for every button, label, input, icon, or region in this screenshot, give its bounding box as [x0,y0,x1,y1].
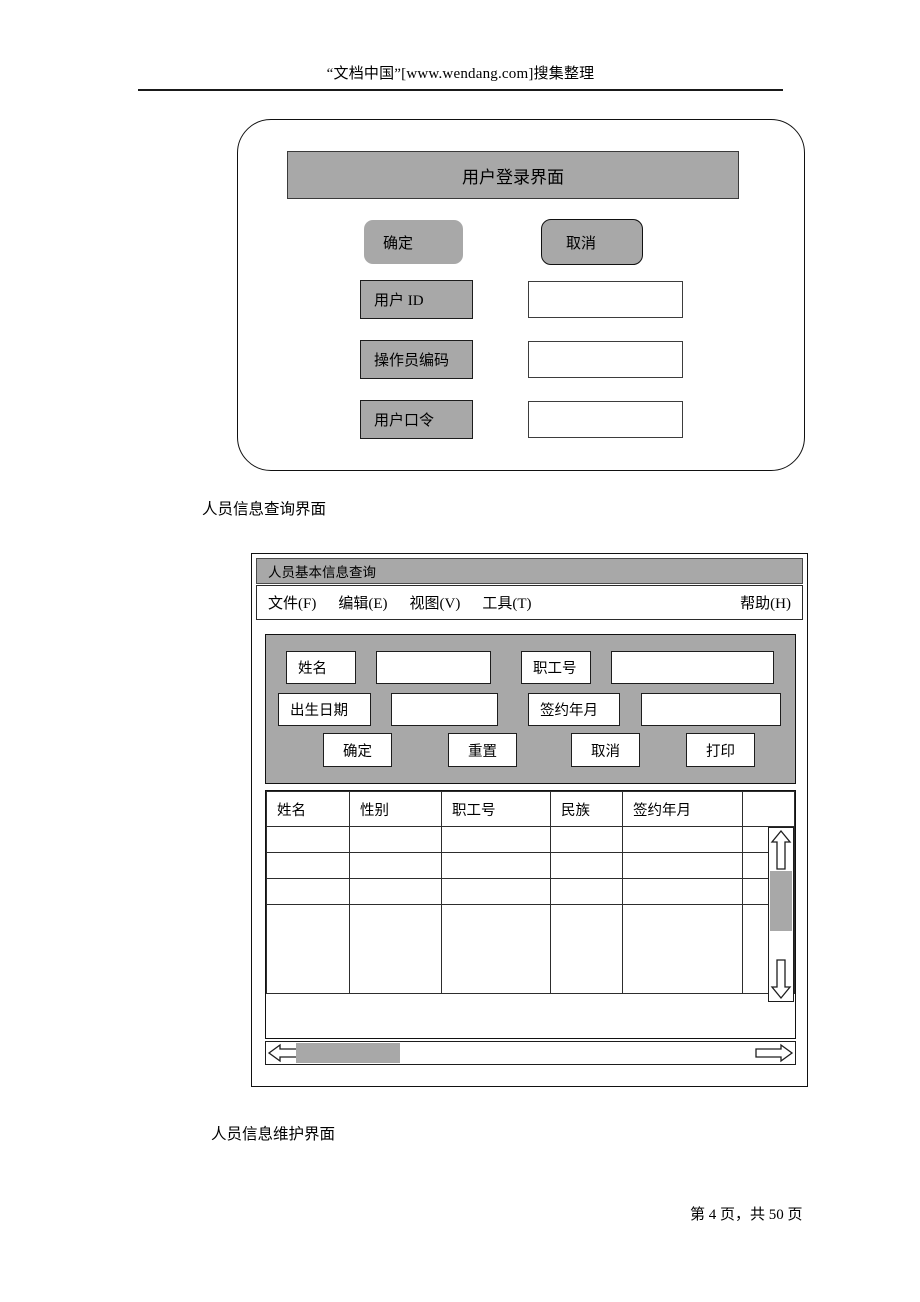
vertical-scrollbar[interactable] [768,827,794,1002]
button-label: 取消 [591,743,620,760]
horizontal-scroll-thumb[interactable] [296,1043,400,1063]
menu-item-edit[interactable]: 编辑(E) [338,592,387,613]
table-header-cell: 签约年月 [622,791,743,827]
table-cell [349,826,442,853]
scroll-down-arrow-icon[interactable] [770,958,792,1000]
table-cell [266,878,350,905]
window-title-bar: 人员基本信息查询 [256,558,803,584]
login-cancel-label: 取消 [566,235,597,252]
login-ok-label: 确定 [383,235,414,252]
form-label-employee-no: 职工号 [521,651,591,684]
page-footer: 第 4 页，共 50 页 [690,1207,803,1223]
table-header-cell: 民族 [550,791,623,827]
table-cell [550,826,623,853]
scroll-right-arrow-icon[interactable] [754,1043,794,1063]
vertical-scroll-thumb[interactable] [770,871,792,931]
form-label-text: 姓名 [298,661,327,677]
login-input-password[interactable] [528,401,683,438]
form-input-employee-no[interactable] [611,651,774,684]
button-reset[interactable]: 重置 [448,733,517,767]
login-mockup-frame: 用户登录界面 确定 取消 用户 ID 操作员编码 用户口令 [237,119,805,471]
table-cell [349,878,442,905]
table-cell [622,852,743,879]
form-input-contract-date[interactable] [641,693,781,726]
login-field-label-text: 用户 ID [374,293,424,309]
button-label: 重置 [468,743,497,760]
window-title-text: 人员基本信息查询 [268,565,376,580]
login-input-operator-code[interactable] [528,341,683,378]
login-title-text: 用户登录界面 [462,167,564,187]
form-label-text: 出生日期 [290,703,348,719]
table-row[interactable] [266,826,795,853]
table-cell [441,852,551,879]
login-field-label-text: 用户口令 [374,413,435,429]
page-header-text: “文档中国”[www.wendang.com]搜集整理 [326,66,595,82]
form-label-contract-date: 签约年月 [528,693,620,726]
login-field-label-text: 操作员编码 [374,353,450,369]
horizontal-scrollbar[interactable] [265,1041,796,1065]
table-cell [550,852,623,879]
table-row[interactable] [266,878,795,905]
form-label-birthdate: 出生日期 [278,693,371,726]
button-confirm[interactable]: 确定 [323,733,392,767]
table-header-row: 姓名 性别 职工号 民族 签约年月 [266,791,795,827]
login-field-label-operator-code: 操作员编码 [360,340,473,379]
query-window-frame: 人员基本信息查询 文件(F) 编辑(E) 视图(V) 工具(T) 帮助(H) 姓… [251,553,808,1087]
caption-query-interface: 人员信息查询界面 [202,501,327,518]
table-cell [441,878,551,905]
login-cancel-button[interactable]: 取消 [541,219,643,265]
button-label: 确定 [343,743,372,760]
form-input-name[interactable] [376,651,491,684]
results-grid: 姓名 性别 职工号 民族 签约年月 [265,790,796,1039]
header-divider [138,89,783,91]
button-cancel[interactable]: 取消 [571,733,640,767]
menu-item-file[interactable]: 文件(F) [268,592,316,613]
menu-items-left: 文件(F) 编辑(E) 视图(V) 工具(T) [268,592,531,613]
table-header-cell [742,791,795,827]
table-empty-area [266,904,795,994]
search-form-panel: 姓名 职工号 出生日期 签约年月 确定 重置 取消 打印 [265,634,796,784]
results-table: 姓名 性别 职工号 民族 签约年月 [266,791,795,994]
table-row[interactable] [266,852,795,879]
table-cell [622,878,743,905]
table-header-cell: 职工号 [441,791,551,827]
scroll-up-arrow-icon[interactable] [770,829,792,871]
button-label: 打印 [706,743,735,760]
menu-item-help[interactable]: 帮助(H) [740,592,791,613]
login-field-label-user-id: 用户 ID [360,280,473,319]
form-label-text: 职工号 [533,661,577,677]
page-header: “文档中国”[www.wendang.com]搜集整理 [138,62,783,83]
menu-bar: 文件(F) 编辑(E) 视图(V) 工具(T) 帮助(H) [256,585,803,620]
caption-maintenance-interface: 人员信息维护界面 [211,1126,336,1143]
login-field-label-password: 用户口令 [360,400,473,439]
table-cell [622,826,743,853]
button-print[interactable]: 打印 [686,733,755,767]
form-input-birthdate[interactable] [391,693,498,726]
table-cell [349,852,442,879]
table-header-cell: 姓名 [266,791,350,827]
table-cell [550,878,623,905]
table-cell [441,826,551,853]
form-label-name: 姓名 [286,651,356,684]
login-input-user-id[interactable] [528,281,683,318]
menu-item-tools[interactable]: 工具(T) [482,592,531,613]
menu-item-view[interactable]: 视图(V) [410,592,461,613]
table-header-cell: 性别 [349,791,442,827]
login-ok-button[interactable]: 确定 [364,220,463,264]
table-cell [266,826,350,853]
login-title-bar: 用户登录界面 [287,151,739,199]
table-cell [266,852,350,879]
form-label-text: 签约年月 [540,703,598,719]
